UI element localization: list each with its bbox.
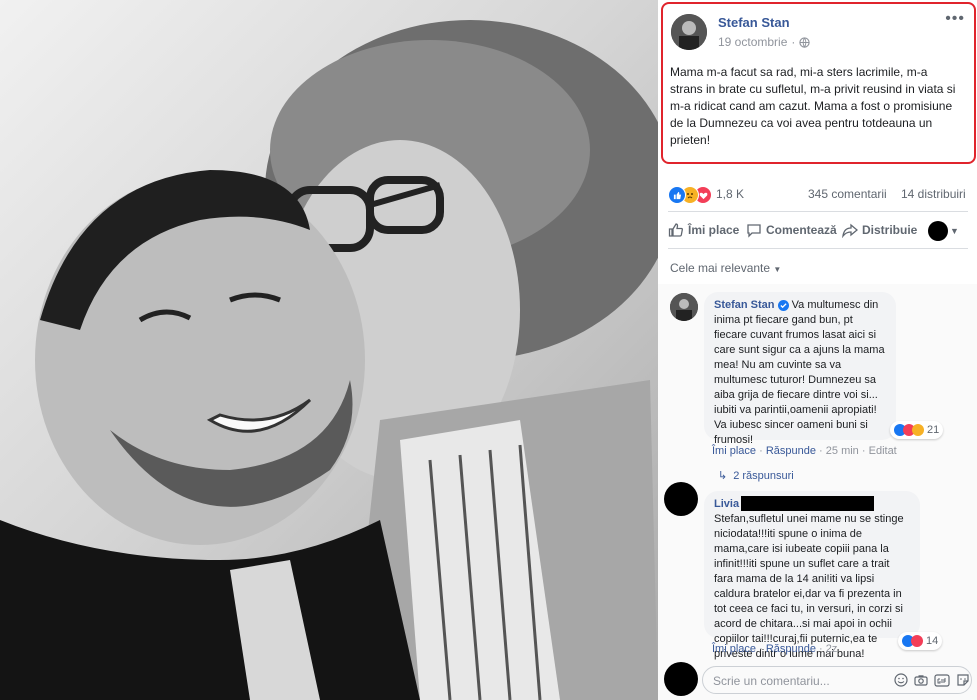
emoji-icon[interactable] [894,673,908,687]
more-options-icon[interactable]: ••• [945,10,965,28]
share-button[interactable]: Distribuie [842,222,917,238]
current-user-avatar [664,662,698,696]
comment-time[interactable]: 2z [826,643,838,655]
dot-separator: · [791,35,796,49]
gif-icon[interactable] [934,673,950,687]
post-text: Mama m-a facut sa rad, mi-a sters lacrim… [670,65,956,147]
reactions-count[interactable]: 1,8 K [716,187,744,201]
camera-icon[interactable] [914,673,928,687]
post-author-name[interactable]: Stefan Stan [718,15,790,30]
redacted-avatar [928,221,948,241]
like-button-label: Îmi place [688,223,740,237]
comment-reactions[interactable]: 21 [890,421,944,439]
like-reaction-icon[interactable] [668,186,686,204]
reactions-summary: 1,8 K 345 comentarii 14 distribuiri [668,183,968,205]
speech-bubble-icon [746,222,762,238]
replies-count: 2 răspunsuri [733,469,794,482]
comment-time[interactable]: 25 min [826,445,859,457]
comments-count[interactable]: 345 comentarii [808,187,887,201]
photo-illustration [0,20,658,700]
comment-avatar[interactable] [670,293,698,321]
comment-bubble: Stefan Stan Va multumesc din inima pt fi… [704,292,896,446]
comment-button-label: Comentează [766,223,837,237]
divider [668,211,968,212]
comment-actions: Îmi place · Răspunde · 2z [712,643,838,655]
comment-text: Va multumesc din inima pt fiecare gand b… [714,299,885,446]
globe-icon [799,36,811,48]
comment-avatar[interactable] [664,482,698,516]
sort-dropdown[interactable]: Cele mai relevante ▼ [670,261,781,275]
comment-like-link[interactable]: Îmi place [712,445,756,457]
comment-button[interactable]: Comentează [746,222,837,238]
comment-edited: Editat [868,445,897,457]
sticker-icon[interactable] [956,673,970,687]
reply-arrow-icon: ↳ [718,470,728,482]
post-panel: Stefan Stan 19 octombrie · ••• Mama m-a … [658,0,977,700]
sort-chevron-icon: ▼ [773,265,782,274]
verified-badge-icon [777,300,789,311]
post-date[interactable]: 19 octombrie [718,35,787,49]
comment-input-tools [894,673,970,687]
sad-reaction-icon [912,424,924,436]
comment-bubble: Livia Stefan,sufletul unei mame nu se st… [704,491,920,660]
comment-reaction-count: 14 [926,635,939,647]
comment-like-link[interactable]: Îmi place [712,643,756,655]
post-meta: 19 octombrie · [718,35,811,49]
author-avatar[interactable] [671,14,707,50]
share-arrow-icon [842,222,858,238]
chevron-down-icon[interactable]: ▼ [950,226,959,236]
view-replies-link[interactable]: ↳ 2 răspunsuri [718,469,794,483]
comment-reply-link[interactable]: Răspunde [766,445,816,457]
comment-reply-link[interactable]: Răspunde [766,643,816,655]
post-photo[interactable] [0,0,658,700]
comment-actions: Îmi place · Răspunde · 25 min · Editat [712,445,897,457]
comment-author[interactable]: Stefan Stan [714,299,775,311]
like-button[interactable]: Îmi place [668,222,739,238]
shares-count[interactable]: 14 distribuiri [901,187,966,201]
sort-label: Cele mai relevante [670,261,771,275]
redaction-bar [741,496,874,511]
comment-reactions[interactable]: 14 [898,632,943,650]
share-button-label: Distribuie [862,223,918,237]
comment-author[interactable]: Livia [714,498,739,510]
comment-input-placeholder: Scrie un comentariu... [713,674,830,688]
comment-text: Stefan,sufletul unei mame nu se stinge n… [714,513,904,660]
comment-reaction-count: 21 [927,424,940,436]
divider [668,248,968,249]
thumb-up-icon [668,222,684,238]
love-reaction-icon [911,635,923,647]
